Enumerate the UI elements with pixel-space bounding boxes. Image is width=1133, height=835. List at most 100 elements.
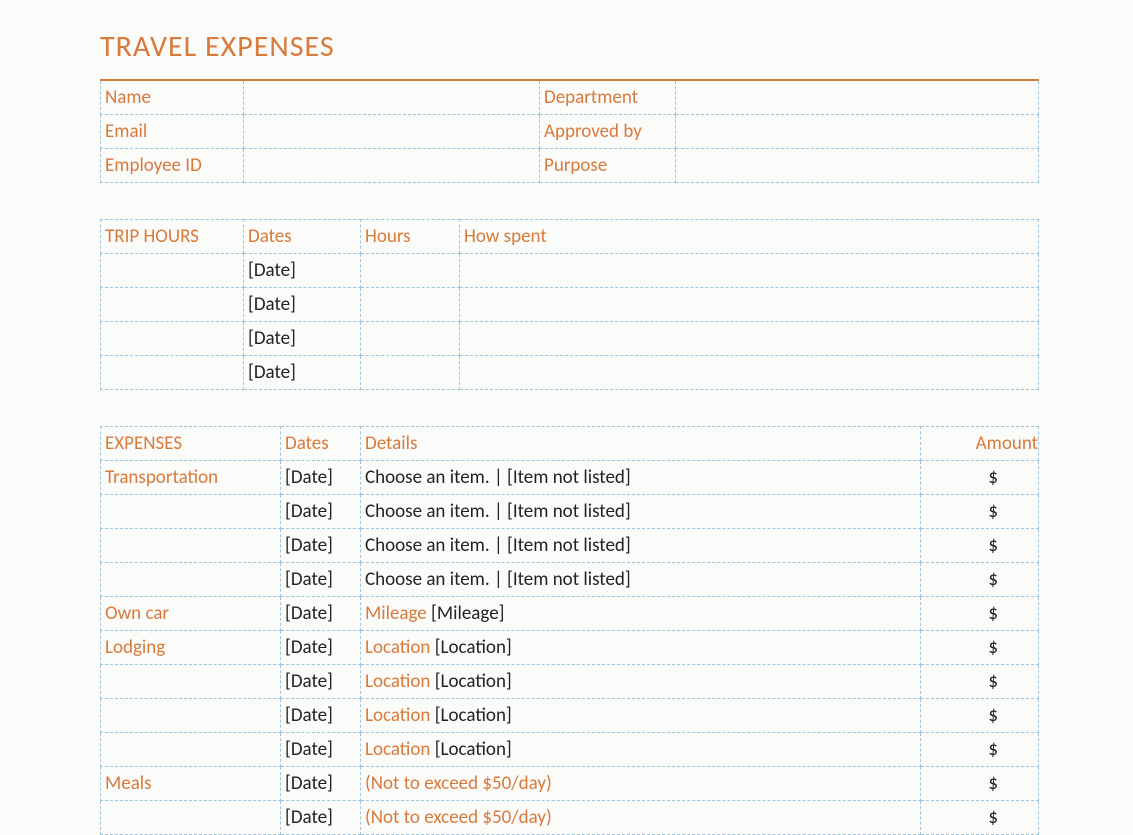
- detail-label: Location: [365, 636, 430, 659]
- expenses-table: EXPENSES Dates Details Amount Transporta…: [100, 426, 1039, 835]
- expense-amount[interactable]: $: [921, 767, 1039, 801]
- expense-category: Meals: [101, 767, 281, 801]
- trip-hours-table: TRIP HOURS Dates Hours How spent [Date] …: [100, 219, 1039, 390]
- trip-hours[interactable]: [361, 288, 460, 322]
- expense-row: [Date] Location [Location] $: [101, 665, 1039, 699]
- input-employee[interactable]: [244, 149, 540, 183]
- expense-detail[interactable]: Choose an item. | [Item not listed]: [361, 495, 921, 529]
- expense-amount[interactable]: $: [921, 665, 1039, 699]
- expense-amount[interactable]: $: [921, 495, 1039, 529]
- label-email: Email: [101, 115, 244, 149]
- expense-category: Lodging: [101, 631, 281, 665]
- expense-date[interactable]: [Date]: [281, 529, 361, 563]
- expense-category: [101, 665, 281, 699]
- trip-col-how: How spent: [460, 220, 1039, 254]
- expense-category: Own car: [101, 597, 281, 631]
- expense-date[interactable]: [Date]: [281, 699, 361, 733]
- input-name[interactable]: [244, 80, 540, 115]
- exp-title: EXPENSES: [101, 427, 281, 461]
- trip-date[interactable]: [Date]: [244, 356, 361, 390]
- expense-date[interactable]: [Date]: [281, 495, 361, 529]
- expense-category: [101, 733, 281, 767]
- exp-col-amount: Amount: [921, 427, 1039, 461]
- expense-date[interactable]: [Date]: [281, 563, 361, 597]
- detail-label: Mileage: [365, 602, 427, 625]
- trip-col-dates: Dates: [244, 220, 361, 254]
- trip-row: [Date]: [101, 322, 1039, 356]
- expense-category: [101, 801, 281, 835]
- expense-detail[interactable]: Location [Location]: [361, 699, 921, 733]
- trip-how[interactable]: [460, 322, 1039, 356]
- expense-category: [101, 563, 281, 597]
- expense-detail[interactable]: Location [Location]: [361, 631, 921, 665]
- expense-date[interactable]: [Date]: [281, 597, 361, 631]
- input-department[interactable]: [676, 80, 1039, 115]
- trip-cell[interactable]: [101, 288, 244, 322]
- label-department: Department: [540, 80, 676, 115]
- trip-how[interactable]: [460, 356, 1039, 390]
- detail-value: [Location]: [430, 704, 511, 727]
- expense-detail[interactable]: Location [Location]: [361, 733, 921, 767]
- expense-date[interactable]: [Date]: [281, 631, 361, 665]
- trip-hours[interactable]: [361, 254, 460, 288]
- expense-date[interactable]: [Date]: [281, 801, 361, 835]
- trip-date[interactable]: [Date]: [244, 322, 361, 356]
- expense-date[interactable]: [Date]: [281, 767, 361, 801]
- label-name: Name: [101, 80, 244, 115]
- expense-amount[interactable]: $: [921, 631, 1039, 665]
- expense-row: [Date] Choose an item. | [Item not liste…: [101, 563, 1039, 597]
- detail-value: [Location]: [430, 670, 511, 693]
- trip-how[interactable]: [460, 254, 1039, 288]
- expense-row: [Date] Choose an item. | [Item not liste…: [101, 529, 1039, 563]
- expense-detail[interactable]: (Not to exceed $50/day): [361, 801, 921, 835]
- expense-detail[interactable]: Choose an item. | [Item not listed]: [361, 529, 921, 563]
- trip-col-hours: Hours: [361, 220, 460, 254]
- trip-how[interactable]: [460, 288, 1039, 322]
- expense-amount[interactable]: $: [921, 733, 1039, 767]
- trip-cell[interactable]: [101, 356, 244, 390]
- expense-date[interactable]: [Date]: [281, 665, 361, 699]
- exp-col-details: Details: [361, 427, 921, 461]
- trip-date[interactable]: [Date]: [244, 288, 361, 322]
- expense-category: [101, 529, 281, 563]
- expense-detail[interactable]: Choose an item. | [Item not listed]: [361, 461, 921, 495]
- expense-amount[interactable]: $: [921, 699, 1039, 733]
- info-table: Name Department Email Approved by Employ…: [100, 79, 1039, 183]
- expense-detail[interactable]: Location [Location]: [361, 665, 921, 699]
- detail-label: Location: [365, 704, 430, 727]
- expense-row: [Date] (Not to exceed $50/day) $: [101, 801, 1039, 835]
- expense-category: Transportation: [101, 461, 281, 495]
- trip-cell[interactable]: [101, 254, 244, 288]
- input-email[interactable]: [244, 115, 540, 149]
- expense-row: Transportation [Date] Choose an item. | …: [101, 461, 1039, 495]
- trip-cell[interactable]: [101, 322, 244, 356]
- label-purpose: Purpose: [540, 149, 676, 183]
- detail-label: Location: [365, 670, 430, 693]
- expense-row: [Date] Choose an item. | [Item not liste…: [101, 495, 1039, 529]
- expense-row: [Date] Location [Location] $: [101, 699, 1039, 733]
- expense-amount[interactable]: $: [921, 563, 1039, 597]
- expense-amount[interactable]: $: [921, 801, 1039, 835]
- trip-hours[interactable]: [361, 322, 460, 356]
- input-approved[interactable]: [676, 115, 1039, 149]
- expense-category: [101, 699, 281, 733]
- detail-value: [Location]: [430, 738, 511, 761]
- expense-date[interactable]: [Date]: [281, 461, 361, 495]
- trip-row: [Date]: [101, 288, 1039, 322]
- detail-value: [Location]: [430, 636, 511, 659]
- expense-amount[interactable]: $: [921, 597, 1039, 631]
- expense-detail[interactable]: Choose an item. | [Item not listed]: [361, 563, 921, 597]
- expense-row: Meals [Date] (Not to exceed $50/day) $: [101, 767, 1039, 801]
- trip-hours[interactable]: [361, 356, 460, 390]
- expense-row: [Date] Location [Location] $: [101, 733, 1039, 767]
- page-title: TRAVEL EXPENSES: [100, 28, 1041, 65]
- trip-row: [Date]: [101, 254, 1039, 288]
- expense-date[interactable]: [Date]: [281, 733, 361, 767]
- expense-detail[interactable]: Mileage [Mileage]: [361, 597, 921, 631]
- expense-amount[interactable]: $: [921, 529, 1039, 563]
- trip-date[interactable]: [Date]: [244, 254, 361, 288]
- expense-amount[interactable]: $: [921, 461, 1039, 495]
- input-purpose[interactable]: [676, 149, 1039, 183]
- expense-detail[interactable]: (Not to exceed $50/day): [361, 767, 921, 801]
- label-employee: Employee ID: [101, 149, 244, 183]
